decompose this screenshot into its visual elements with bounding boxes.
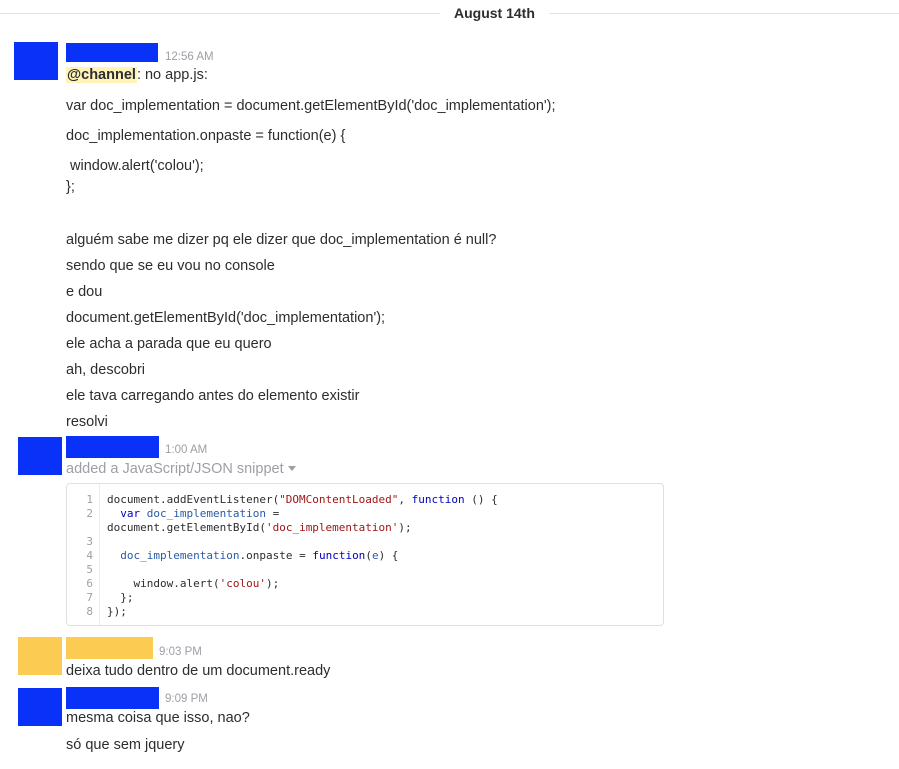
code-text: window.alert('colou'); — [107, 577, 279, 591]
code-token: 'doc_implementation' — [265, 521, 399, 534]
avatar[interactable] — [18, 637, 62, 675]
code-token: , — [398, 493, 412, 506]
day-divider: August 14th — [0, 0, 899, 26]
code-token: document.getElementById( — [107, 521, 266, 534]
message-line: deixa tudo dentro de um document.ready — [66, 663, 331, 679]
code-token: function — [411, 493, 465, 506]
sender-name-redacted[interactable] — [66, 436, 159, 458]
code-line: 1 document.addEventListener("DOMContentLo… — [67, 493, 663, 507]
message-line: }; — [66, 179, 75, 195]
message-line: window.alert('colou'); — [66, 158, 204, 174]
code-token: function — [312, 549, 366, 562]
message-line: var doc_implementation = document.getEle… — [66, 98, 556, 114]
message-timestamp[interactable]: 12:56 AM — [165, 50, 214, 64]
code-line: 6 window.alert('colou'); — [67, 577, 663, 591]
snippet-subtitle[interactable]: added a JavaScript/JSON snippet — [66, 460, 296, 478]
avatar[interactable] — [18, 688, 62, 726]
message-line: e dou — [66, 284, 103, 300]
message-timestamp[interactable]: 9:03 PM — [159, 645, 202, 659]
code-token: window.alert( — [107, 577, 220, 590]
message-line: ele tava carregando antes do elemento ex… — [66, 388, 360, 404]
message-timestamp[interactable]: 9:09 PM — [165, 692, 208, 706]
line-number: 7 — [86, 591, 93, 604]
snippet-subtitle-text: added a JavaScript/JSON snippet — [66, 461, 284, 477]
line-number: 3 — [86, 535, 93, 548]
code-token: ); — [398, 521, 412, 534]
avatar[interactable] — [14, 42, 58, 80]
message-line: resolvi — [66, 414, 108, 430]
code-line: 4 doc_implementation.onpaste = function(… — [67, 549, 663, 563]
message-line: sendo que se eu vou no console — [66, 258, 275, 274]
code-token: }); — [107, 605, 127, 618]
code-line: 7 }; — [67, 591, 663, 605]
day-divider-label: August 14th — [440, 4, 549, 22]
code-line: 8}); — [67, 605, 663, 619]
message-line: @channel: no app.js: — [66, 66, 208, 84]
code-token: ); — [265, 577, 280, 590]
snippet-code: 1 document.addEventListener("DOMContentLo… — [67, 493, 663, 619]
code-token: ) { — [378, 549, 399, 562]
line-number: 4 — [86, 549, 93, 562]
code-line: 2 var doc_implementation = — [67, 507, 663, 521]
code-token: .onpaste = — [239, 549, 313, 562]
code-token: var — [120, 507, 141, 520]
sender-name-redacted[interactable] — [66, 43, 158, 62]
message-line: só que sem jquery — [66, 737, 185, 753]
code-token: 'colou' — [219, 577, 266, 590]
code-token: = — [265, 507, 280, 520]
message-line: ah, descobri — [66, 362, 145, 378]
code-text: var doc_implementation = — [107, 507, 279, 521]
code-token: doc_implementation — [120, 549, 240, 562]
code-line: 3 — [67, 535, 663, 549]
code-line: 5 — [67, 563, 663, 577]
sender-name-redacted[interactable] — [66, 687, 159, 709]
code-token: "DOMContentLoaded" — [279, 493, 399, 506]
chevron-down-icon[interactable] — [287, 466, 296, 471]
message-line: ele acha a parada que eu quero — [66, 336, 272, 352]
code-token: document.addEventListener( — [107, 493, 280, 506]
code-token: () { — [464, 493, 498, 506]
code-token: doc_implementation — [146, 507, 266, 520]
code-token: e — [371, 549, 379, 562]
channel-mention[interactable]: @channel — [66, 67, 137, 83]
code-text: document.addEventListener("DOMContentLoa… — [107, 493, 498, 507]
line-number: 6 — [86, 577, 93, 590]
code-text: doc_implementation.onpaste = function(e)… — [107, 549, 398, 563]
code-token: ( — [365, 549, 372, 562]
line-number: 2 — [86, 507, 93, 520]
code-snippet[interactable]: 1 document.addEventListener("DOMContentLo… — [66, 483, 664, 626]
sender-name-redacted[interactable] — [66, 637, 153, 659]
message-line: alguém sabe me dizer pq ele dizer que do… — [66, 232, 497, 248]
code-line: document.getElementById('doc_implementat… — [67, 521, 663, 535]
code-text: }); — [107, 605, 127, 619]
message-text: : no app.js: — [136, 67, 208, 83]
code-text: }; — [107, 591, 134, 605]
line-number: 8 — [86, 605, 93, 618]
message-timestamp[interactable]: 1:00 AM — [165, 443, 207, 457]
message-line: doc_implementation.onpaste = function(e)… — [66, 128, 346, 144]
message-line: mesma coisa que isso, nao? — [66, 710, 250, 726]
message-line: document.getElementById('doc_implementat… — [66, 310, 386, 326]
avatar[interactable] — [18, 437, 62, 475]
line-number: 1 — [86, 493, 93, 506]
code-text: document.getElementById('doc_implementat… — [107, 521, 412, 535]
code-token: }; — [107, 591, 134, 604]
line-number: 5 — [86, 563, 93, 576]
